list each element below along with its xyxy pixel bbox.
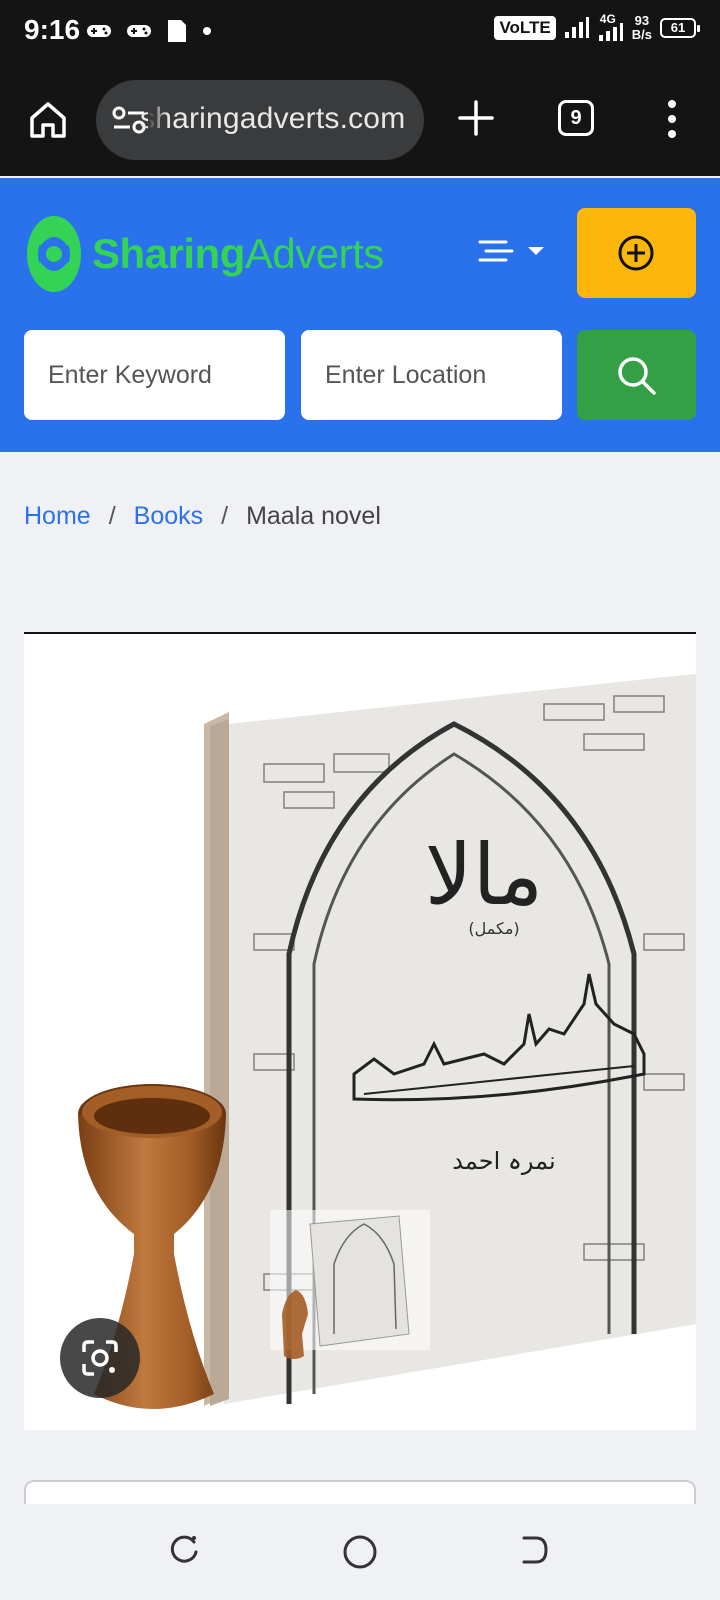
post-ad-button[interactable]: [577, 208, 696, 298]
lens-search-button[interactable]: [60, 1318, 140, 1398]
back-icon[interactable]: [518, 1534, 550, 1566]
status-time: 9:16: [24, 14, 81, 45]
breadcrumb-separator: /: [221, 502, 229, 530]
gamepad-icon: [87, 25, 111, 37]
book-subtitle-urdu: (مکمل): [468, 919, 519, 938]
notification-icons: [86, 18, 212, 44]
logo-text: SharingAdverts: [92, 230, 384, 277]
breadcrumb-separator: /: [108, 502, 116, 530]
url-text: sharingadverts.com: [140, 102, 406, 135]
breadcrumb-current: Maala novel: [246, 502, 381, 530]
browser-toolbar: sharingadverts.com 9: [0, 64, 720, 176]
url-bar[interactable]: sharingadverts.com: [96, 80, 424, 160]
product-photo: مالا (مکمل) نمرہ احمد: [78, 674, 696, 1409]
status-bar: 9:16 VoLTE 4G 93 B/s 61: [0, 0, 720, 64]
search-icon: [618, 357, 656, 395]
logo-mark-icon: [27, 216, 81, 292]
new-tab-icon[interactable]: [456, 98, 496, 138]
product-image[interactable]: مالا (مکمل) نمرہ احمد: [24, 634, 696, 1430]
plus-circle-icon: [618, 235, 654, 271]
home-icon[interactable]: [26, 98, 70, 142]
menu-icon[interactable]: [660, 96, 684, 142]
site-header: SharingAdverts: [0, 178, 720, 452]
url-fade: [148, 80, 168, 160]
home-circle-icon[interactable]: [342, 1534, 378, 1570]
breadcrumb: Home / Books / Maala novel: [24, 502, 381, 531]
nav-menu-toggle-icon[interactable]: [478, 238, 548, 264]
gamepad-icon: [127, 25, 151, 37]
book-title-urdu: مالا: [425, 826, 544, 924]
book-author-urdu: نمرہ احمد: [452, 1147, 555, 1175]
system-nav-bar: [0, 1504, 720, 1600]
site-logo[interactable]: SharingAdverts: [26, 214, 384, 294]
battery-icon: 61: [660, 18, 700, 38]
breadcrumb-home[interactable]: Home: [24, 502, 91, 531]
location-input[interactable]: [301, 330, 562, 420]
network-speed: 93 B/s: [631, 13, 652, 42]
volte-badge: VoLTE: [494, 16, 556, 40]
signal-icon: [564, 17, 589, 38]
keyword-input[interactable]: [24, 330, 285, 420]
search-button[interactable]: [577, 330, 696, 420]
signal-4g-icon: 4G: [598, 12, 624, 42]
status-right: VoLTE 4G 93 B/s 61: [494, 12, 700, 42]
dot-icon: [203, 27, 211, 35]
breadcrumb-category[interactable]: Books: [134, 502, 203, 531]
tabs-icon[interactable]: 9: [558, 100, 594, 136]
file-icon: [168, 20, 186, 42]
lens-icon: [82, 1340, 118, 1376]
recents-icon[interactable]: [168, 1534, 200, 1566]
